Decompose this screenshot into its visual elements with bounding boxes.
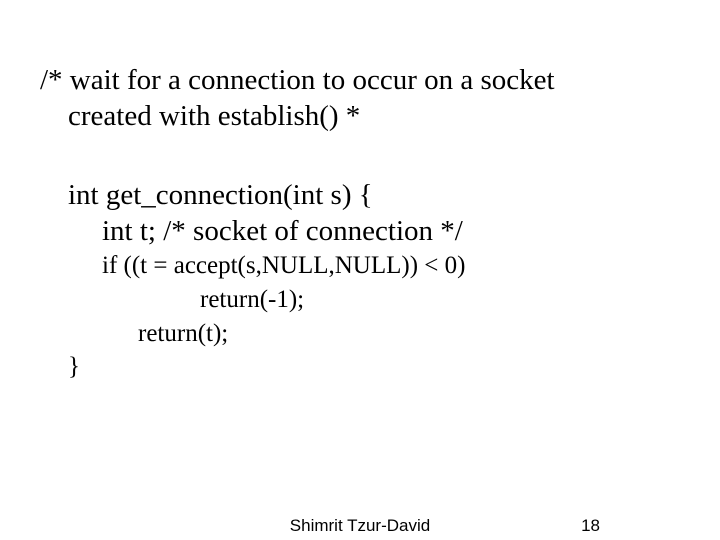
code-return-neg1: return(-1); (40, 283, 680, 317)
code-return-t: return(t); (40, 317, 680, 351)
slide: /* wait for a connection to occur on a s… (0, 0, 720, 540)
code-close-brace: } (40, 350, 680, 384)
code-declaration: int t; /* socket of connection */ (40, 213, 680, 249)
comment-line-2: created with establish() * (40, 98, 680, 134)
footer-page-number: 18 (581, 516, 600, 536)
spacer (40, 135, 680, 177)
comment-line-1: /* wait for a connection to occur on a s… (40, 62, 680, 98)
code-if-line: if ((t = accept(s,NULL,NULL)) < 0) (40, 249, 680, 283)
footer-author: Shimrit Tzur-David (0, 516, 720, 536)
code-signature: int get_connection(int s) { (40, 177, 680, 213)
slide-body: /* wait for a connection to occur on a s… (40, 62, 680, 384)
